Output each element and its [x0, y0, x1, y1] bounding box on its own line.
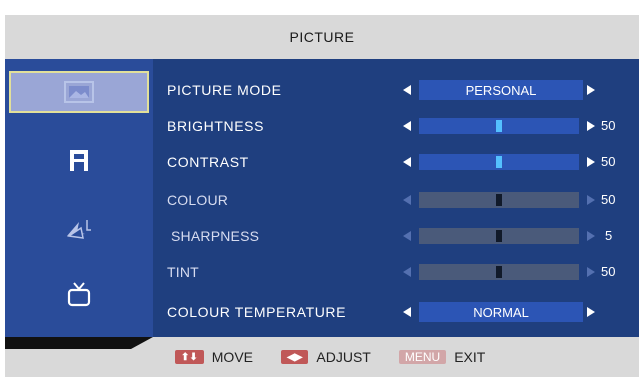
tint-slider[interactable]	[419, 264, 579, 280]
colour-temperature-value[interactable]: NORMAL	[419, 302, 583, 322]
picture-mode-label: PICTURE MODE	[167, 82, 282, 98]
colour-label: COLOUR	[167, 192, 229, 208]
pointer-icon	[63, 216, 95, 244]
slider-thumb[interactable]	[496, 156, 502, 168]
sidebar-item-setup[interactable]	[9, 139, 149, 181]
arrow-left-icon[interactable]	[403, 195, 411, 205]
sidebar-item-picture[interactable]	[9, 71, 149, 113]
sharpness-value: 5	[605, 228, 613, 243]
arrow-left-icon[interactable]	[403, 121, 411, 131]
sidebar-shadow	[5, 337, 153, 349]
tint-value: 50	[601, 264, 616, 279]
exit-label: EXIT	[454, 349, 486, 365]
tv-icon	[66, 280, 92, 308]
sidebar-item-options[interactable]	[9, 209, 149, 251]
arrow-right-icon[interactable]	[587, 121, 595, 131]
colour-slider[interactable]	[419, 192, 579, 208]
menu-title: PICTURE	[289, 29, 355, 45]
arrow-right-icon[interactable]	[587, 85, 595, 95]
sidebar	[5, 59, 153, 337]
arrow-left-icon[interactable]	[403, 307, 411, 317]
footer-hints: ⬆⬇ MOVE ◀▶ ADJUST MENU EXIT	[153, 337, 639, 377]
osd-menu: PICTURE PICTURE MODE PERSONAL BRIGHTNESS…	[5, 15, 639, 377]
adjust-label: ADJUST	[316, 349, 371, 365]
sharpness-label: SHARPNESS	[171, 228, 260, 244]
adjust-hint: ◀▶ ADJUST	[281, 349, 371, 365]
brightness-label: BRIGHTNESS	[167, 118, 265, 134]
arrow-right-icon[interactable]	[587, 157, 595, 167]
row-tint[interactable]: TINT 50	[167, 261, 633, 283]
row-colour-temperature[interactable]: COLOUR TEMPERATURE NORMAL	[167, 301, 633, 323]
arrow-left-icon[interactable]	[403, 231, 411, 241]
arrow-left-icon[interactable]	[403, 267, 411, 277]
brightness-slider[interactable]	[419, 118, 579, 134]
row-colour[interactable]: COLOUR 50	[167, 189, 633, 211]
tint-label: TINT	[167, 264, 199, 280]
arrow-right-icon[interactable]	[587, 267, 595, 277]
slider-thumb[interactable]	[496, 230, 502, 242]
row-picture-mode[interactable]: PICTURE MODE PERSONAL	[167, 79, 633, 101]
brightness-value: 50	[601, 118, 616, 133]
setup-icon	[66, 147, 92, 173]
row-brightness[interactable]: BRIGHTNESS 50	[167, 115, 633, 137]
arrow-right-icon[interactable]	[587, 195, 595, 205]
slider-thumb[interactable]	[496, 194, 502, 206]
menu-panel: PICTURE MODE PERSONAL BRIGHTNESS 50 CONT…	[5, 59, 639, 337]
slider-thumb[interactable]	[496, 266, 502, 278]
slider-thumb[interactable]	[496, 120, 502, 132]
picture-icon	[62, 79, 96, 105]
arrow-right-icon[interactable]	[587, 307, 595, 317]
exit-hint: MENU EXIT	[398, 349, 486, 365]
sharpness-slider[interactable]	[419, 228, 579, 244]
row-contrast[interactable]: CONTRAST 50	[167, 151, 633, 173]
contrast-value: 50	[601, 154, 616, 169]
adjust-key-icon: ◀▶	[281, 350, 309, 364]
contrast-label: CONTRAST	[167, 154, 249, 170]
picture-mode-value[interactable]: PERSONAL	[419, 80, 583, 100]
row-sharpness[interactable]: SHARPNESS 5	[167, 225, 633, 247]
move-label: MOVE	[211, 349, 253, 365]
move-hint: ⬆⬇ MOVE	[175, 349, 253, 365]
sidebar-item-tv[interactable]	[9, 273, 149, 315]
colour-value: 50	[601, 192, 616, 207]
arrow-right-icon[interactable]	[587, 231, 595, 241]
arrow-left-icon[interactable]	[403, 85, 411, 95]
move-key-icon: ⬆⬇	[175, 350, 204, 364]
menu-key-icon: MENU	[398, 350, 447, 364]
contrast-slider[interactable]	[419, 154, 579, 170]
arrow-left-icon[interactable]	[403, 157, 411, 167]
colour-temperature-label: COLOUR TEMPERATURE	[167, 304, 347, 320]
